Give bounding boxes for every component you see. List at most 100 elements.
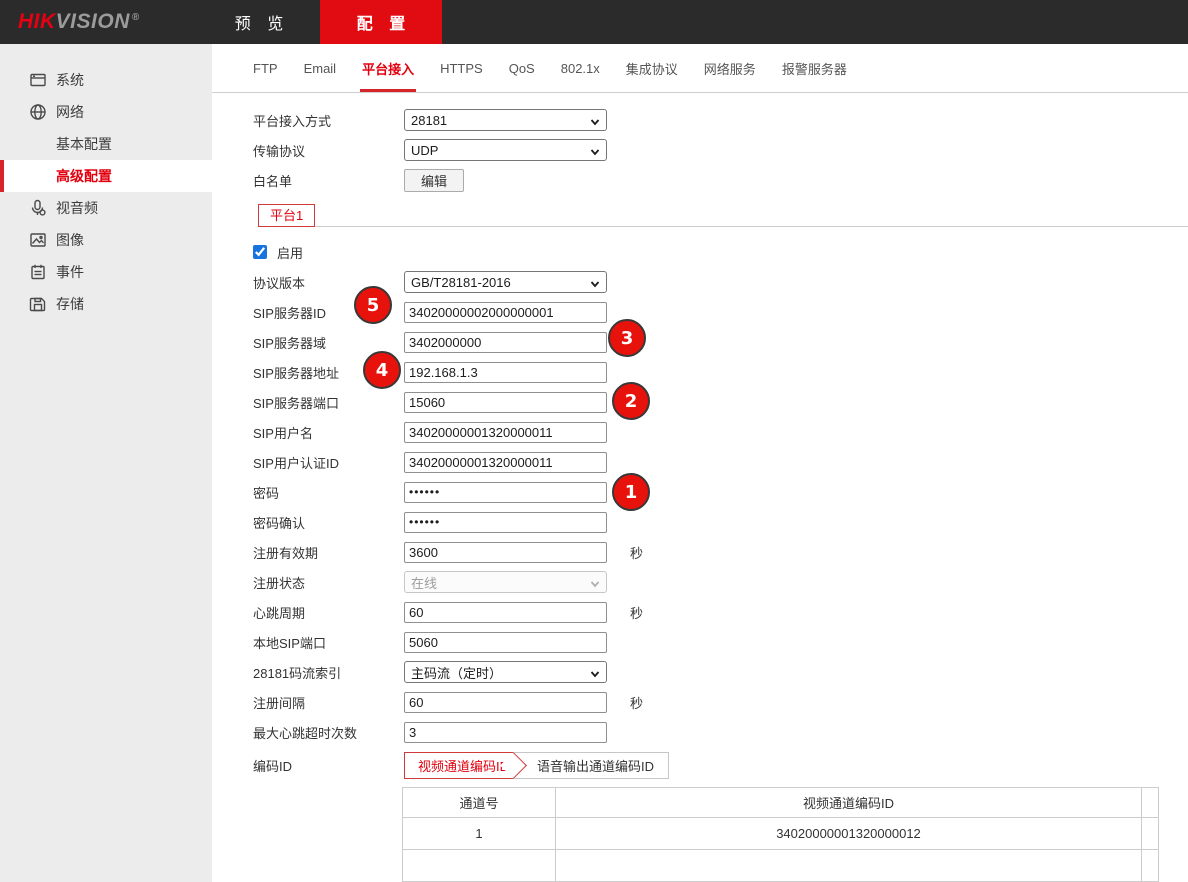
tab-integration-protocol[interactable]: 集成协议 xyxy=(613,44,691,92)
settings-tabbar: FTP Email 平台接入 HTTPS QoS 802.1x 集成协议 网络服… xyxy=(212,44,1188,93)
selected-value: UDP xyxy=(411,143,438,158)
sip-server-domain-input[interactable] xyxy=(404,332,607,353)
local-sip-port-input[interactable] xyxy=(404,632,607,653)
column-header-video-encode-id: 视频通道编码ID xyxy=(556,788,1142,818)
chevron-down-icon xyxy=(590,577,600,587)
sidebar-item-audio-video[interactable]: 视音频 xyxy=(0,192,212,224)
annotation-badge-5: 5 xyxy=(354,286,392,324)
sip-username-input[interactable] xyxy=(404,422,607,443)
form-row-register-status: 注册状态 在线 xyxy=(212,567,1188,597)
hikvision-logo: HIKVISION® xyxy=(18,10,140,34)
tab-network-service[interactable]: 网络服务 xyxy=(691,44,769,92)
logo-registered-mark: ® xyxy=(132,12,140,23)
image-icon xyxy=(29,231,47,249)
platform-access-mode-select[interactable]: 28181 xyxy=(404,109,607,131)
register-interval-input[interactable] xyxy=(404,692,607,713)
form-row-transport-protocol: 传输协议 UDP xyxy=(212,135,1188,165)
field-label: SIP用户认证ID xyxy=(253,453,404,472)
column-header-extra xyxy=(1142,788,1159,818)
cell-extra xyxy=(1142,818,1159,850)
field-label: 注册有效期 xyxy=(253,543,404,562)
chevron-down-icon xyxy=(590,145,600,155)
tab-qos[interactable]: QoS xyxy=(496,44,548,92)
heartbeat-cycle-input[interactable] xyxy=(404,602,607,623)
password-input[interactable] xyxy=(404,482,607,503)
sidebar-item-image[interactable]: 图像 xyxy=(0,224,212,256)
sidebar-item-label: 基本配置 xyxy=(0,134,112,154)
form-row-heartbeat-cycle: 心跳周期 秒 xyxy=(212,597,1188,627)
register-status-select: 在线 xyxy=(404,571,607,593)
protocol-version-select[interactable]: GB/T28181-2016 xyxy=(404,271,607,293)
audio-output-channel-encode-id-tab[interactable]: 语音输出通道编码ID xyxy=(512,752,669,779)
sip-server-port-input[interactable] xyxy=(404,392,607,413)
sidebar-item-system[interactable]: 系统 xyxy=(0,64,212,96)
divider xyxy=(315,226,1188,227)
sip-server-address-input[interactable] xyxy=(404,362,607,383)
nav-tab-configuration[interactable]: 配 置 xyxy=(320,0,442,44)
field-label: 注册状态 xyxy=(253,573,404,592)
logo-hik: HIK xyxy=(18,10,56,33)
selected-value: 在线 xyxy=(411,573,437,592)
sip-server-id-input[interactable] xyxy=(404,302,607,323)
selected-value: 28181 xyxy=(411,113,447,128)
sidebar-menu: 系统 网络 基本配置 高级配置 视音频 图像 xyxy=(0,44,212,320)
form-row-sip-server-port: SIP服务器端口 xyxy=(212,387,1188,417)
logo-vision: VISION xyxy=(56,10,130,33)
field-label: 白名单 xyxy=(253,171,404,190)
cell-encode-id[interactable]: 34020000001320000012 xyxy=(556,818,1142,850)
sidebar-item-network[interactable]: 网络 xyxy=(0,96,212,128)
form-row-sip-server-address: SIP服务器地址 xyxy=(212,357,1188,387)
audio-video-icon xyxy=(29,199,47,217)
field-label: 传输协议 xyxy=(253,141,404,160)
tab-email[interactable]: Email xyxy=(291,44,350,92)
sidebar-item-advanced-config[interactable]: 高级配置 xyxy=(0,160,212,192)
form-row-stream-index: 28181码流索引 主码流（定时） xyxy=(212,657,1188,687)
whitelist-edit-button[interactable]: 编辑 xyxy=(404,169,464,192)
form-row-sip-username: SIP用户名 xyxy=(212,417,1188,447)
field-label: 编码ID xyxy=(253,756,404,775)
sidebar-item-basic-config[interactable]: 基本配置 xyxy=(0,128,212,160)
max-heartbeat-timeout-input[interactable] xyxy=(404,722,607,743)
password-confirm-input[interactable] xyxy=(404,512,607,533)
selected-value: 主码流（定时） xyxy=(411,663,502,682)
register-validity-input[interactable] xyxy=(404,542,607,563)
field-label: SIP服务器端口 xyxy=(253,393,404,412)
tab-ftp[interactable]: FTP xyxy=(240,44,291,92)
tab-https[interactable]: HTTPS xyxy=(427,44,496,92)
sidebar: 系统 网络 基本配置 高级配置 视音频 图像 xyxy=(0,44,212,882)
form-row-max-heartbeat-timeout: 最大心跳超时次数 xyxy=(212,717,1188,747)
platform-tab-row: 平台1 xyxy=(258,201,1188,227)
field-label: 密码 xyxy=(253,483,404,502)
chevron-down-icon xyxy=(590,115,600,125)
tab-alarm-server[interactable]: 报警服务器 xyxy=(769,44,860,92)
form-row-sip-auth-id: SIP用户认证ID xyxy=(212,447,1188,477)
chevron-down-icon xyxy=(590,277,600,287)
platform1-tab[interactable]: 平台1 xyxy=(258,204,315,227)
field-label: SIP服务器域 xyxy=(253,333,404,352)
enable-checkbox[interactable] xyxy=(253,245,267,259)
stream-index-select[interactable]: 主码流（定时） xyxy=(404,661,607,683)
encode-id-table: 通道号 视频通道编码ID 1 34020000001320000012 xyxy=(402,787,1159,882)
sidebar-item-storage[interactable]: 存储 xyxy=(0,288,212,320)
tab-platform-access[interactable]: 平台接入 xyxy=(349,44,427,92)
field-label: 28181码流索引 xyxy=(253,663,404,682)
transport-protocol-select[interactable]: UDP xyxy=(404,139,607,161)
tab-8021x[interactable]: 802.1x xyxy=(548,44,613,92)
field-label: 注册间隔 xyxy=(253,693,404,712)
sip-auth-id-input[interactable] xyxy=(404,452,607,473)
unit-seconds: 秒 xyxy=(630,543,643,562)
sidebar-item-event[interactable]: 事件 xyxy=(0,256,212,288)
main-content: FTP Email 平台接入 HTTPS QoS 802.1x 集成协议 网络服… xyxy=(212,44,1188,882)
sidebar-item-label: 视音频 xyxy=(0,198,98,218)
network-globe-icon xyxy=(29,103,47,121)
video-channel-encode-id-tab[interactable]: 视频通道编码ID xyxy=(404,752,513,779)
enable-label: 启用 xyxy=(277,243,303,262)
form-row-register-validity: 注册有效期 秒 xyxy=(212,537,1188,567)
field-label: 心跳周期 xyxy=(253,603,404,622)
table-header-row: 通道号 视频通道编码ID xyxy=(403,788,1159,818)
field-label: 密码确认 xyxy=(253,513,404,532)
nav-tab-preview[interactable]: 预 览 xyxy=(198,0,320,44)
form-row-password: 密码 xyxy=(212,477,1188,507)
cell-encode-id[interactable] xyxy=(556,850,1142,882)
event-icon xyxy=(29,263,47,281)
